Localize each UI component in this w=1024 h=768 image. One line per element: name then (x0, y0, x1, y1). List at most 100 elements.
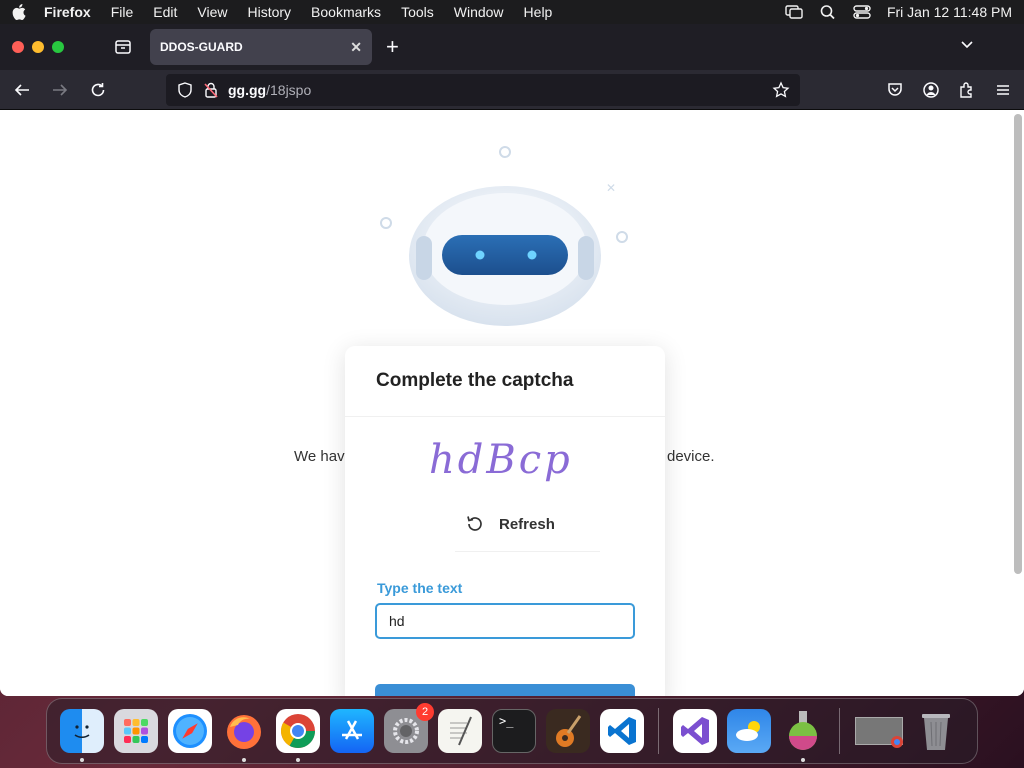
forward-button[interactable] (50, 80, 70, 100)
spotlight-search-icon[interactable] (819, 4, 837, 20)
captcha-title: Complete the captcha (376, 370, 574, 391)
dock-terminal[interactable]: >_ (492, 709, 536, 753)
refresh-button[interactable]: Refresh (465, 514, 555, 534)
dock-textedit[interactable] (438, 709, 482, 753)
vscode-icon (608, 717, 636, 745)
window-controls (12, 41, 64, 53)
shield-icon[interactable] (176, 81, 194, 99)
zoom-window-button[interactable] (52, 41, 64, 53)
dock-app-store[interactable] (330, 709, 374, 753)
lock-insecure-icon[interactable] (202, 81, 220, 99)
gear-icon (393, 718, 419, 744)
running-indicator (296, 758, 300, 762)
account-icon[interactable] (922, 81, 940, 99)
navigation-toolbar: gg.gg/18jspo (0, 70, 1024, 110)
dock-firefox[interactable] (222, 709, 266, 762)
menu-tools[interactable]: Tools (401, 4, 434, 20)
dock-vscode[interactable] (600, 709, 644, 753)
bookmark-star-icon[interactable] (772, 80, 790, 99)
dock-separator (658, 708, 659, 754)
menu-app-firefox[interactable]: Firefox (44, 4, 91, 20)
background-text-right: device. (667, 448, 715, 465)
pocket-icon[interactable] (886, 81, 904, 99)
menu-edit[interactable]: Edit (153, 4, 177, 20)
notification-badge: 2 (416, 703, 434, 721)
dock-trash[interactable] (914, 709, 958, 753)
arrow-right-icon (53, 83, 68, 96)
svg-text:✕: ✕ (606, 181, 616, 195)
dock-installer[interactable] (781, 709, 825, 762)
dock-finder[interactable] (60, 709, 104, 762)
tab-title: DDOS-GUARD (160, 40, 243, 54)
terminal-icon: >_ (499, 714, 514, 728)
dock-garageband[interactable] (546, 709, 590, 753)
toolbar-right (886, 81, 1012, 99)
refresh-icon (467, 516, 482, 531)
dock-weather[interactable] (727, 709, 771, 753)
close-tab-icon[interactable]: ✕ (350, 39, 362, 56)
guitar-icon (556, 715, 582, 747)
safari-icon (173, 714, 207, 748)
refresh-label: Refresh (499, 515, 555, 533)
submit-button[interactable] (375, 684, 635, 696)
reload-icon (91, 82, 105, 96)
captcha-image: hdBcp (429, 437, 573, 483)
menu-history[interactable]: History (247, 4, 291, 20)
textedit-icon (450, 716, 472, 746)
firefox-view-icon[interactable] (114, 38, 132, 56)
new-tab-icon[interactable]: + (386, 34, 399, 60)
screen-mirroring-icon[interactable] (785, 4, 803, 20)
page-content: ✕ We hav device. Complete the captcha hd… (0, 110, 1024, 696)
menubar-clock[interactable]: Fri Jan 12 11:48 PM (887, 4, 1012, 20)
firefox-window: DDOS-GUARD ✕ + gg.gg/18jspo ✕ We hav dev… (0, 24, 1024, 696)
captcha-dialog: Complete the captcha hdBcp Refresh Type … (345, 346, 665, 696)
captcha-input-label: Type the text (377, 580, 463, 596)
menu-help[interactable]: Help (524, 4, 553, 20)
captcha-image-text: hdBcp (429, 437, 573, 483)
weather-cloud-icon (736, 721, 760, 741)
divider (345, 416, 665, 417)
trash-icon (922, 714, 950, 750)
installer-flask-icon (789, 711, 817, 750)
hamburger-menu-icon[interactable] (994, 81, 1012, 99)
running-indicator (80, 758, 84, 762)
dock-system-settings[interactable]: 2 (384, 703, 434, 753)
dock: 2 >_ (46, 698, 978, 764)
menu-bookmarks[interactable]: Bookmarks (311, 4, 381, 20)
background-text-left: We hav (294, 448, 345, 465)
tab-ddos-guard[interactable]: DDOS-GUARD ✕ (150, 29, 372, 65)
extensions-icon[interactable] (958, 81, 976, 99)
menu-view[interactable]: View (197, 4, 227, 20)
arrow-left-icon (14, 83, 29, 96)
chrome-badge-icon (891, 736, 903, 748)
captcha-input[interactable] (375, 603, 635, 639)
minimize-window-button[interactable] (32, 41, 44, 53)
back-button[interactable] (12, 80, 32, 100)
running-indicator (242, 758, 246, 762)
apple-icon[interactable] (12, 4, 26, 20)
robot-illustration: ✕ (380, 146, 628, 326)
url-path: /18jspo (266, 81, 312, 98)
launchpad-icon (124, 719, 148, 743)
chrome-icon (281, 714, 315, 748)
reload-button[interactable] (88, 80, 108, 100)
dock-separator (839, 708, 840, 754)
menu-file[interactable]: File (111, 4, 134, 20)
menu-bar: Firefox File Edit View History Bookmarks… (0, 0, 1024, 24)
dock-launchpad[interactable] (114, 709, 158, 753)
url-bar[interactable]: gg.gg/18jspo (166, 73, 800, 106)
visual-studio-icon (681, 717, 709, 745)
chevron-down-icon[interactable] (960, 38, 974, 52)
menu-window[interactable]: Window (454, 4, 504, 20)
dock-visual-studio[interactable] (673, 709, 717, 753)
divider (455, 551, 600, 552)
app-store-icon (342, 720, 362, 740)
dock-minimized-window[interactable] (854, 709, 904, 753)
tab-bar: DDOS-GUARD ✕ + (0, 24, 1024, 70)
control-center-icon[interactable] (853, 4, 871, 20)
running-indicator (801, 758, 805, 762)
scrollbar[interactable] (1014, 114, 1022, 574)
dock-safari[interactable] (168, 709, 212, 753)
close-window-button[interactable] (12, 41, 24, 53)
dock-chrome[interactable] (276, 709, 320, 762)
